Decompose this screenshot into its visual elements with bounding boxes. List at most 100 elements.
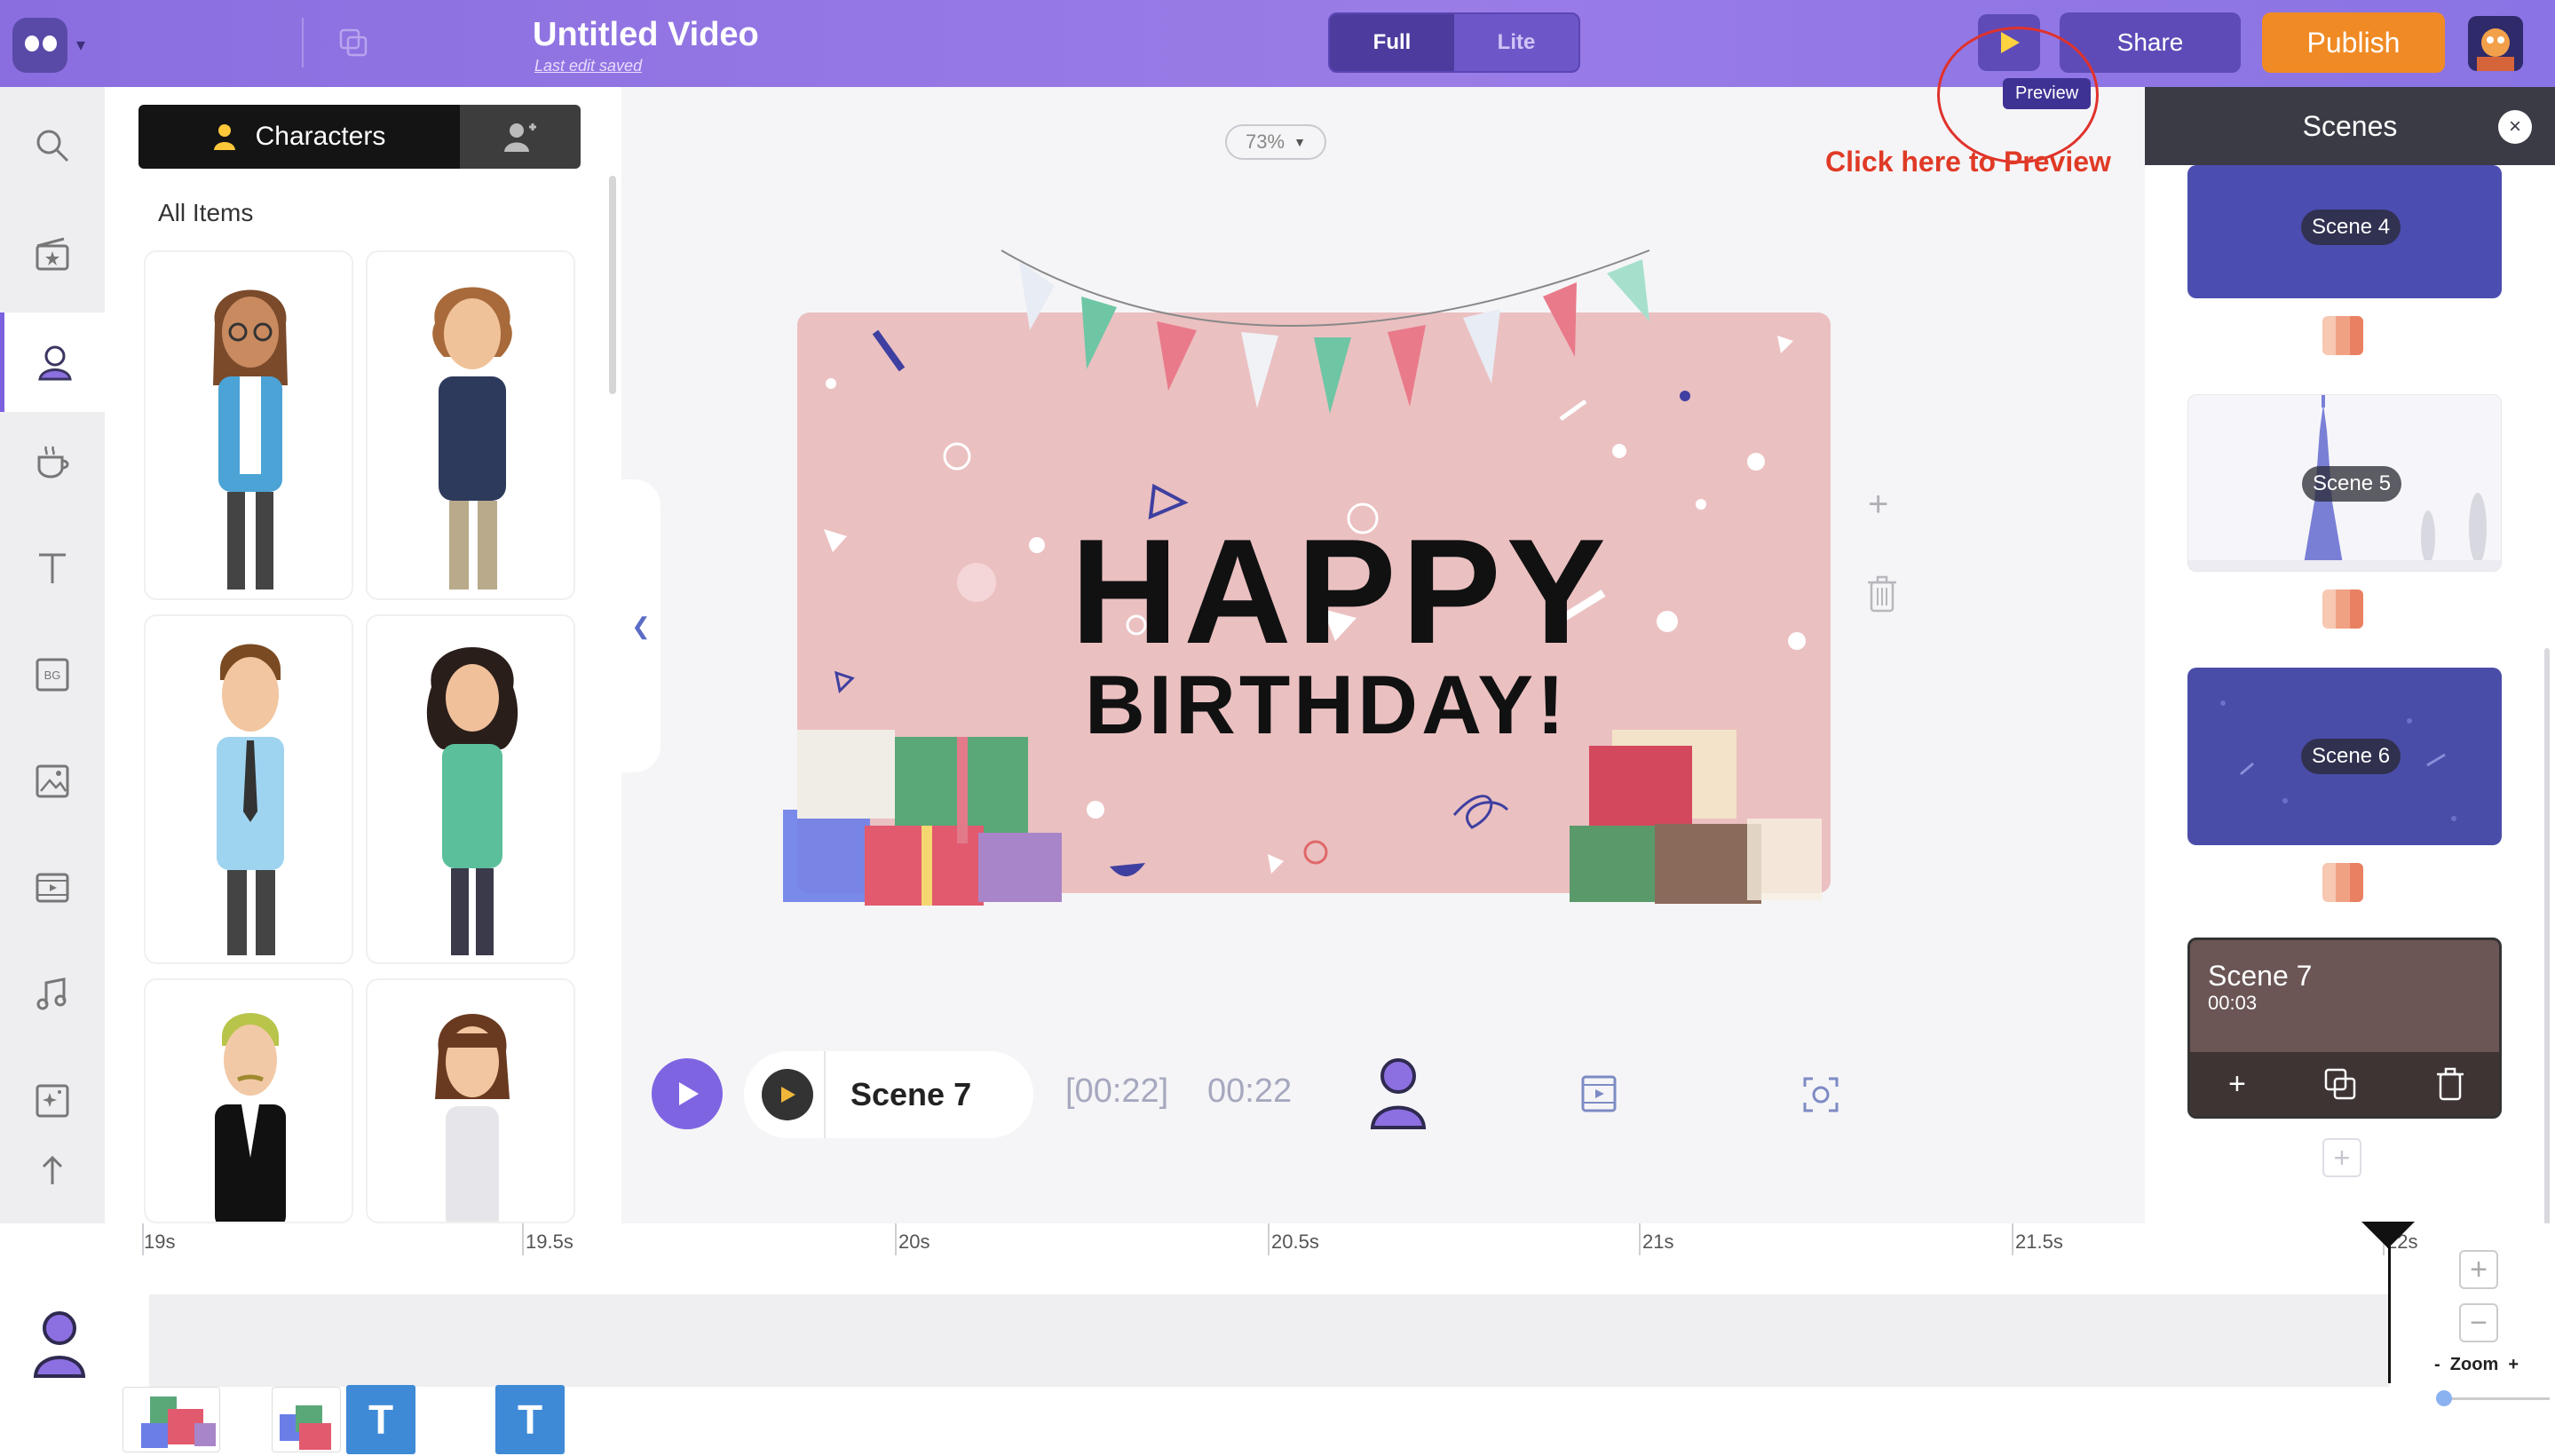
scene-label: Scene 7 <box>2208 960 2313 992</box>
gift-clip[interactable] <box>123 1387 220 1452</box>
duplicate-icon[interactable] <box>337 27 369 59</box>
video-title[interactable]: Untitled Video <box>533 16 759 54</box>
tick-label: 19.5s <box>526 1230 573 1253</box>
panel-scrollbar[interactable] <box>609 176 616 394</box>
zoom-minus-label: - <box>2434 1355 2440 1374</box>
assets-panel: Characters All Items <box>105 87 621 1223</box>
search-icon[interactable] <box>0 96 105 195</box>
mode-toggle: Full Lite <box>1328 12 1580 73</box>
gift-clip[interactable] <box>272 1387 341 1452</box>
canvas-subheadline[interactable]: BIRTHDAY! <box>1085 657 1568 753</box>
video-icon[interactable] <box>0 838 105 938</box>
left-toolbar: BG <box>0 87 105 1223</box>
trash-icon[interactable] <box>2434 1066 2466 1102</box>
zoom-in-button[interactable]: + <box>2459 1250 2498 1289</box>
zoom-plus-label: + <box>2508 1355 2519 1374</box>
mode-lite-button[interactable]: Lite <box>1454 14 1578 71</box>
character-card[interactable] <box>366 614 575 964</box>
scene-label: Scene 5 <box>2302 466 2402 502</box>
text-clip[interactable]: T <box>346 1385 415 1454</box>
person-icon <box>213 124 235 150</box>
character-icon[interactable] <box>0 313 105 412</box>
tick <box>1268 1223 1270 1255</box>
upload-icon[interactable] <box>0 1149 105 1211</box>
screenshot-icon[interactable] <box>1802 1076 1839 1113</box>
divider <box>824 1051 826 1138</box>
text-clip[interactable]: T <box>495 1385 565 1454</box>
tab-characters-label: Characters <box>255 122 386 151</box>
tick <box>2012 1223 2013 1255</box>
close-icon[interactable]: × <box>2498 110 2532 144</box>
publish-button[interactable]: Publish <box>2262 12 2445 73</box>
image-icon[interactable] <box>0 732 105 831</box>
background-icon[interactable]: BG <box>0 625 105 724</box>
chevron-left-icon: ❮ <box>631 612 651 639</box>
mode-full-button[interactable]: Full <box>1330 14 1454 71</box>
tick-label: 20s <box>898 1230 930 1253</box>
user-avatar[interactable] <box>2468 16 2523 71</box>
scene-thumbnail[interactable]: Scene 5 <box>2187 394 2502 572</box>
effects-icon[interactable] <box>0 1051 105 1151</box>
add-element-icon[interactable]: + <box>1868 485 1888 525</box>
last-edit-status: Last edit saved <box>534 57 643 75</box>
text-icon[interactable] <box>0 518 105 618</box>
scenes-scrollbar[interactable] <box>2544 648 2550 1225</box>
top-bar: ▾ Untitled Video Last edit saved Full Li… <box>0 0 2555 87</box>
music-icon[interactable] <box>0 945 105 1044</box>
annotation-callout: Click here to Preview <box>1825 146 2111 178</box>
clapperboard-star-icon[interactable] <box>0 204 105 304</box>
scenes-title: Scenes <box>2302 109 2398 142</box>
timeline-ruler: 19s 19.5s 20s 20.5s 21s 21.5s 22s <box>142 1223 2417 1255</box>
trash-icon[interactable] <box>1864 574 1900 614</box>
tick <box>895 1223 897 1255</box>
add-scene-icon[interactable]: + <box>2228 1067 2246 1102</box>
scene-thumbnail-selected[interactable]: Scene 7 00:03 + <box>2187 938 2502 1119</box>
transition-icon[interactable] <box>2322 316 2363 355</box>
character-card[interactable] <box>144 978 353 1223</box>
play-video-button[interactable] <box>652 1058 723 1129</box>
tick-label: 21.5s <box>2015 1230 2063 1253</box>
transition-icon[interactable] <box>2322 590 2363 629</box>
character-track[interactable] <box>149 1294 2390 1387</box>
current-scene-name: Scene 7 <box>850 1076 972 1112</box>
playhead-handle[interactable] <box>2361 1222 2415 1248</box>
coffee-cup-icon[interactable] <box>0 412 105 511</box>
zoom-slider-handle[interactable] <box>2436 1390 2452 1406</box>
character-card[interactable] <box>144 614 353 964</box>
collapse-panel-button[interactable]: ❮ <box>621 479 661 772</box>
panel-tabs: Characters <box>138 105 581 169</box>
scenes-panel: Scenes × Scene 4 Scene 5 Scene 6 Scene 7… <box>2145 87 2555 1223</box>
scene-label: Scene 6 <box>2301 739 2401 774</box>
scene-duration: 00:03 <box>2208 992 2258 1014</box>
chevron-down-icon[interactable]: ▾ <box>76 34 85 56</box>
scene-player: Scene 7 <box>744 1051 1033 1138</box>
add-character-tab[interactable] <box>460 105 581 169</box>
scene-label: Scene 4 <box>2301 210 2401 245</box>
scene-thumbnail[interactable]: Scene 6 <box>2187 668 2502 845</box>
chevron-down-icon: ▼ <box>1293 135 1306 149</box>
elapsed-time: [00:22] <box>1065 1072 1169 1110</box>
transition-icon[interactable] <box>2322 863 2363 902</box>
zoom-text: Zoom <box>2449 1355 2499 1374</box>
duplicate-icon[interactable] <box>2322 1066 2358 1102</box>
tab-characters[interactable]: Characters <box>138 105 460 169</box>
total-time: 00:22 <box>1207 1072 1293 1110</box>
scene-actions: + <box>2190 1052 2499 1116</box>
zoom-slider[interactable] <box>2445 1397 2550 1400</box>
character-card[interactable] <box>366 250 575 600</box>
scene-thumbnail[interactable]: Scene 4 <box>2187 165 2502 298</box>
character-card[interactable] <box>144 250 353 600</box>
zoom-out-button[interactable]: − <box>2459 1303 2498 1342</box>
character-card[interactable] <box>366 978 575 1223</box>
character-icon[interactable] <box>1367 1056 1429 1131</box>
svg-text:BG: BG <box>44 669 61 682</box>
tick-label: 20.5s <box>1271 1230 1319 1253</box>
timeline: 19s 19.5s 20s 20.5s 21s 21.5s 22s T T + <box>0 1222 2555 1456</box>
zoom-selector[interactable]: 73% ▼ <box>1225 124 1326 160</box>
play-scene-button[interactable] <box>762 1069 813 1120</box>
video-frame-icon[interactable] <box>1580 1074 1618 1113</box>
tick <box>522 1223 524 1255</box>
app-logo[interactable] <box>12 18 67 73</box>
add-scene-button[interactable]: + <box>2322 1138 2361 1177</box>
canvas-headline[interactable]: HAPPY <box>1071 506 1611 677</box>
